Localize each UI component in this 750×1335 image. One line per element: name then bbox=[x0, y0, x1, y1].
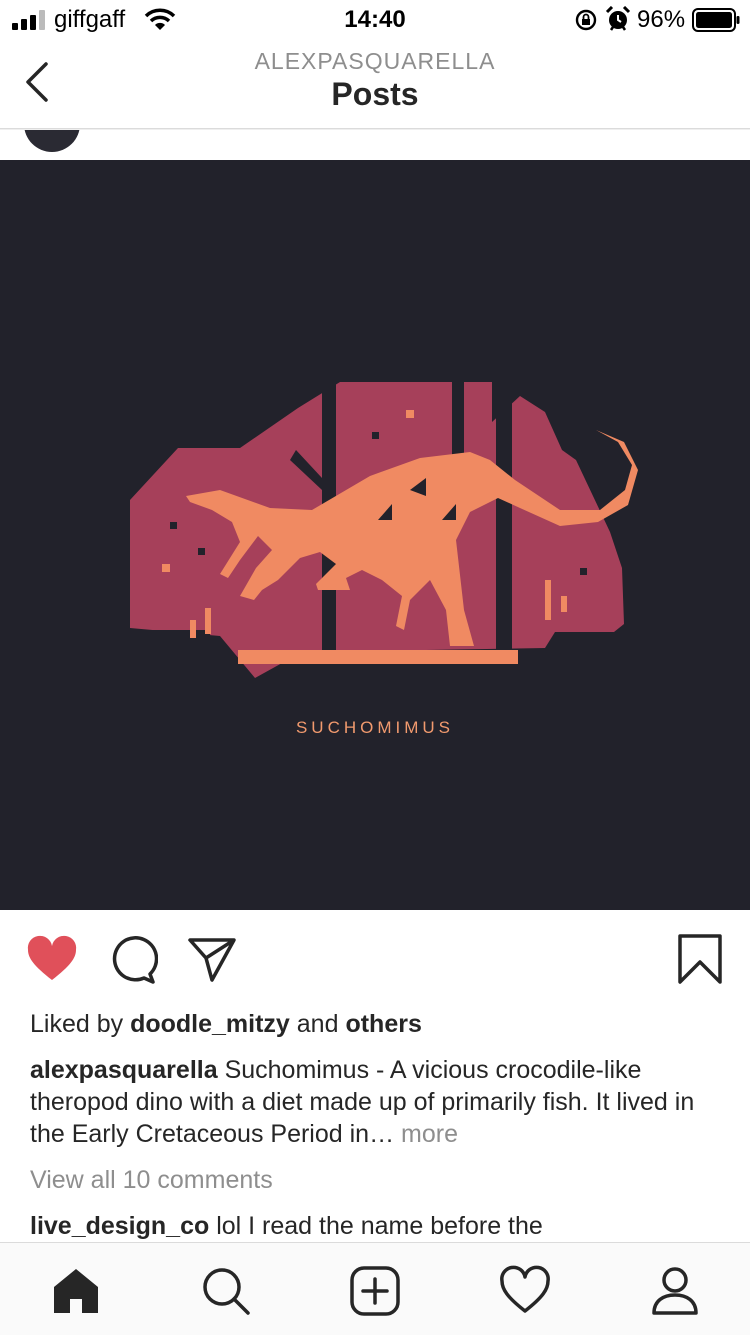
comment-icon[interactable] bbox=[106, 934, 158, 986]
profile-icon[interactable] bbox=[649, 1265, 701, 1317]
illustration-caption: SUCHOMIMUS bbox=[295, 718, 455, 737]
search-icon[interactable] bbox=[200, 1265, 252, 1317]
view-all-comments-link[interactable]: View all 10 comments bbox=[30, 1164, 273, 1196]
more-link[interactable]: more bbox=[401, 1120, 458, 1148]
bookmark-icon[interactable] bbox=[674, 934, 726, 986]
lock-rotation-icon bbox=[575, 9, 597, 31]
liked-others-link[interactable]: others bbox=[345, 1010, 421, 1038]
home-icon[interactable] bbox=[50, 1265, 102, 1317]
liked-prefix: Liked by bbox=[30, 1010, 124, 1038]
share-icon[interactable] bbox=[186, 934, 238, 986]
liked-and: and bbox=[296, 1010, 339, 1038]
suchomimus-illustration bbox=[130, 380, 638, 678]
page-title: Posts bbox=[331, 76, 419, 112]
comment-text: lol I read the name before the bbox=[216, 1212, 543, 1240]
likes-line: Liked by doodle_mitzy and others bbox=[30, 1008, 422, 1040]
caption-username[interactable]: alexpasquarella bbox=[30, 1056, 218, 1084]
heart-icon[interactable] bbox=[499, 1265, 551, 1317]
comment-preview: live_design_co lol I read the name befor… bbox=[30, 1210, 720, 1240]
nav-header: ALEXPASQUARELLA Posts bbox=[0, 40, 750, 129]
status-bar: giffgaff 14:40 96% bbox=[0, 0, 750, 40]
post-header bbox=[0, 129, 750, 161]
tab-bar bbox=[0, 1242, 750, 1335]
add-icon[interactable] bbox=[349, 1265, 401, 1317]
battery-icon bbox=[692, 8, 740, 32]
heart-filled-icon[interactable] bbox=[26, 934, 78, 986]
battery-percent: 96% bbox=[637, 6, 686, 33]
comment-username[interactable]: live_design_co bbox=[30, 1212, 209, 1240]
alarm-icon bbox=[605, 6, 631, 31]
liked-user-link[interactable]: doodle_mitzy bbox=[130, 1010, 290, 1038]
caption: alexpasquarella Suchomimus - A vicious c… bbox=[30, 1054, 720, 1150]
header-username: ALEXPASQUARELLA bbox=[254, 48, 496, 74]
post-image[interactable]: SUCHOMIMUS bbox=[0, 160, 750, 910]
